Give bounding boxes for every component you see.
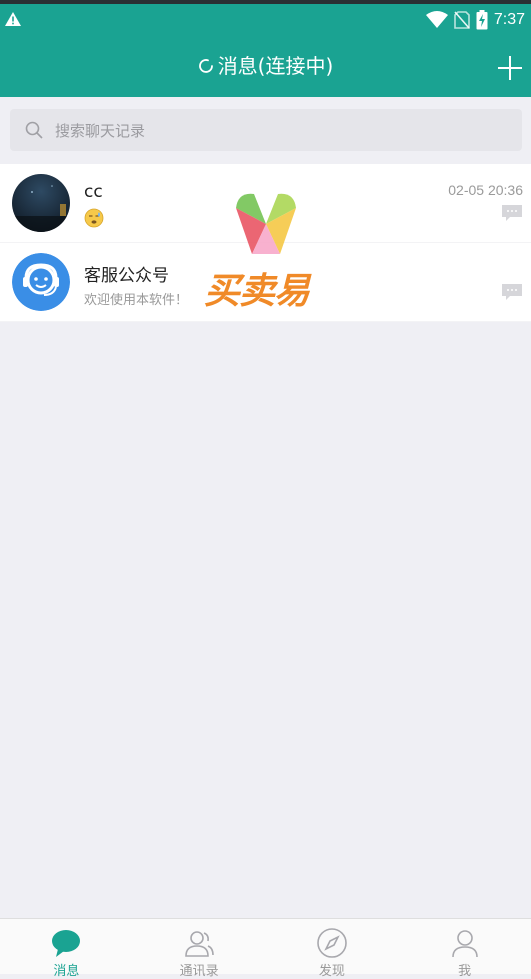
message-bubble-icon	[502, 205, 522, 221]
customer-service-avatar	[12, 253, 70, 311]
message-bubble-icon	[502, 284, 522, 300]
status-bar-top-strip	[0, 0, 531, 4]
night-photo-avatar	[12, 174, 70, 232]
compass-icon	[317, 928, 347, 958]
search-icon	[25, 121, 43, 139]
wifi-icon	[425, 11, 448, 28]
search-placeholder: 搜索聊天记录	[55, 121, 146, 140]
chat-bubble-icon	[52, 930, 81, 957]
header-title-wrap: 消息(连接中)	[0, 52, 531, 80]
nav-label-me: 我	[458, 964, 472, 979]
conversation-item[interactable]: cc 02-05 20:36	[0, 164, 531, 243]
no-sim-icon	[454, 11, 470, 29]
app-header: 消息(连接中)	[0, 38, 531, 97]
conversation-name: 客服公众号	[84, 266, 169, 286]
status-time: 7:37	[493, 11, 525, 28]
sleepy-emoji-icon	[84, 208, 104, 228]
page-title: 消息(连接中)	[217, 54, 334, 78]
conversation-message: 欢迎使用本软件！	[84, 293, 189, 308]
warning-icon	[5, 12, 21, 26]
battery-charging-icon	[476, 10, 488, 30]
nav-label-discover: 发现	[318, 964, 345, 979]
conversation-time: 02-05 20:36	[448, 182, 523, 198]
loading-icon	[198, 59, 213, 73]
bottom-nav: 消息 通讯录 发现 我	[0, 918, 531, 979]
contacts-icon	[185, 931, 214, 957]
search-input[interactable]: 搜索聊天记录	[10, 109, 522, 151]
status-icons: 7:37	[425, 10, 525, 30]
nav-label-contacts: 通讯录	[179, 964, 219, 979]
conversation-list: cc 02-05 20:36 客服公众号 欢迎使用本软件！	[0, 164, 531, 322]
nav-item-contacts[interactable]: 通讯录	[133, 919, 266, 979]
plus-icon[interactable]	[495, 53, 525, 83]
nav-item-discover[interactable]: 发现	[266, 919, 399, 979]
conversation-name: cc	[84, 182, 103, 202]
nav-label-messages: 消息	[53, 964, 80, 979]
nav-item-me[interactable]: 我	[398, 919, 531, 979]
nav-item-messages[interactable]: 消息	[0, 919, 133, 979]
search-area: 搜索聊天记录	[0, 97, 531, 164]
status-bar: 7:37	[0, 0, 531, 38]
person-icon	[451, 930, 478, 958]
conversation-item[interactable]: 客服公众号 欢迎使用本软件！	[0, 243, 531, 322]
